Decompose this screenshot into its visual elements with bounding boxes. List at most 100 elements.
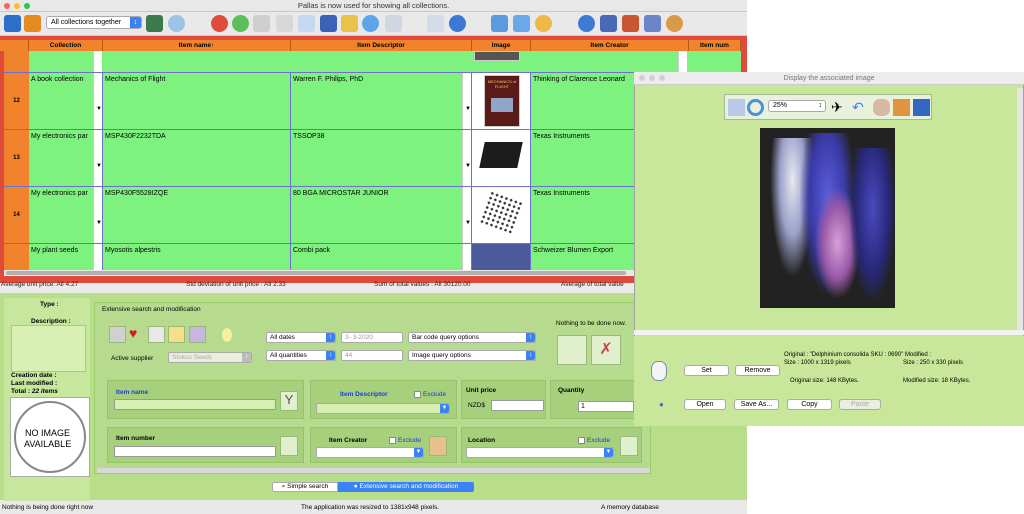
item-number-input[interactable] — [114, 446, 276, 457]
user-search-icon[interactable] — [280, 436, 298, 456]
image-window-splitter[interactable] — [634, 330, 1024, 335]
row-dropdown[interactable]: ▼ — [462, 187, 471, 244]
image-window-vertical-scrollbar[interactable] — [1017, 88, 1023, 334]
creator-exclude-checkbox[interactable] — [389, 437, 396, 444]
row-dropdown[interactable] — [93, 51, 102, 73]
user-help-icon[interactable] — [666, 15, 683, 32]
document-icon[interactable] — [913, 99, 930, 116]
cell-image[interactable] — [472, 187, 531, 244]
row-dropdown[interactable]: ▼ — [462, 130, 471, 187]
item-creator-select[interactable]: ▼ — [316, 447, 424, 458]
cell-collection[interactable]: A book collection — [29, 73, 103, 130]
person-icon[interactable] — [873, 99, 890, 116]
brush-icon[interactable] — [893, 99, 910, 116]
cell-item-name[interactable]: Myosotis alpestris — [103, 244, 291, 270]
remove-icon[interactable] — [211, 15, 228, 32]
header-item-name[interactable]: Item name↑ — [103, 40, 291, 51]
supplier-select[interactable]: Stokus Seeds ↕ — [168, 352, 252, 363]
copy-button[interactable]: Copy — [787, 399, 832, 410]
table-row[interactable]: 12 A book collection ▼ Mechanics of Flig… — [4, 73, 741, 130]
header-item-descriptor[interactable]: Item Descriptor — [291, 40, 472, 51]
brush-icon[interactable] — [24, 15, 41, 32]
edit-alt-icon[interactable] — [341, 15, 358, 32]
remove-button[interactable]: Remove — [735, 365, 780, 376]
exclude-checkbox[interactable] — [414, 391, 421, 398]
picture-icon[interactable] — [622, 15, 639, 32]
rotate-icon[interactable] — [747, 99, 764, 116]
lock-icon[interactable] — [189, 326, 206, 343]
save-as-button[interactable]: Save As... — [734, 399, 779, 410]
unit-price-input[interactable] — [491, 400, 544, 411]
cell-collection[interactable]: My electronics par — [29, 130, 103, 187]
row-dropdown[interactable] — [462, 244, 471, 270]
header-image[interactable]: Image — [472, 40, 531, 51]
undo-icon[interactable] — [491, 15, 508, 32]
refresh-icon[interactable] — [362, 15, 379, 32]
cell-item-name[interactable]: MSP430F5528IZQE — [103, 187, 291, 244]
fit-icon[interactable] — [728, 99, 745, 116]
info-icon[interactable] — [449, 15, 466, 32]
document-icon[interactable] — [298, 15, 315, 32]
collection-select[interactable]: All collections together ↕ — [46, 16, 142, 29]
header-item-creator[interactable]: Item Creator — [531, 40, 689, 51]
zoom-select[interactable]: 25% ↕ — [768, 100, 826, 112]
dates-select[interactable]: All dates ↕ — [266, 332, 336, 343]
search-pane-scrollbar[interactable] — [97, 468, 650, 473]
cell-item-descriptor[interactable]: 80 BGA MICROSTAR JUNIOR — [291, 187, 472, 244]
bank-icon[interactable] — [109, 326, 126, 343]
row-dropdown[interactable]: ▼ — [93, 187, 102, 244]
location-user-icon[interactable] — [620, 436, 638, 456]
cell-item-descriptor[interactable]: Warren F. Philips, PhD — [291, 73, 472, 130]
row-dropdown[interactable] — [93, 244, 102, 270]
header-item-number[interactable]: Item num — [689, 40, 741, 51]
date-field[interactable]: 3- 3-2020 — [341, 332, 403, 343]
cancel-icon[interactable]: ✗ — [591, 335, 621, 365]
table-row[interactable] — [4, 51, 741, 73]
image-query-select[interactable]: Image query options ↕ — [408, 350, 536, 361]
cell-collection[interactable]: My electronics par — [29, 187, 103, 244]
location-select[interactable]: ▼ — [466, 447, 614, 458]
cart-icon[interactable] — [253, 15, 270, 32]
lightbulb-icon[interactable] — [168, 326, 185, 343]
database-icon[interactable] — [513, 15, 530, 32]
y-button[interactable]: Y — [280, 391, 298, 411]
item-descriptor-select[interactable]: ▼ — [316, 403, 450, 414]
paint-icon[interactable] — [276, 15, 293, 32]
row-dropdown[interactable] — [678, 51, 687, 73]
row-dropdown[interactable]: ▼ — [462, 73, 471, 130]
table-icon[interactable] — [146, 15, 163, 32]
cell-image[interactable] — [472, 244, 531, 270]
horizontal-scrollbar-thumb[interactable] — [6, 271, 626, 275]
table-row[interactable]: 13 My electronics par ▼ MSP430F2232TDA T… — [4, 130, 741, 187]
edit-icon[interactable] — [320, 15, 337, 32]
print-icon[interactable] — [385, 15, 402, 32]
cell-item-name[interactable]: MSP430F2232TDA — [103, 130, 291, 187]
table-row[interactable]: 14 My electronics par ▼ MSP430F5528IZQE … — [4, 187, 741, 244]
elephant-icon[interactable] — [168, 15, 185, 32]
airplane-icon[interactable]: ✈ — [831, 99, 849, 116]
description-field[interactable] — [11, 325, 86, 372]
cell-item-name[interactable]: Mechanics of Flight — [103, 73, 291, 130]
location-exclude-checkbox[interactable] — [578, 437, 585, 444]
heart-icon[interactable]: ♥ — [129, 326, 144, 341]
quantity-input[interactable]: 1 — [578, 401, 634, 412]
table-row[interactable]: My plant seeds Myosotis alpestris Combi … — [4, 244, 741, 270]
quantities-select[interactable]: All quantities ↕ — [266, 350, 336, 361]
factory-icon[interactable] — [429, 436, 447, 456]
cell-image[interactable] — [472, 130, 531, 187]
item-name-input[interactable] — [114, 399, 276, 410]
paste-button[interactable]: Paste — [839, 399, 881, 410]
add-icon[interactable] — [232, 15, 249, 32]
cell-item-descriptor[interactable]: Combi pack — [291, 244, 472, 270]
cell-collection[interactable]: My plant seeds — [29, 244, 103, 270]
text-format-icon[interactable] — [427, 15, 444, 32]
quantity-limit-field[interactable]: 44 — [341, 350, 403, 361]
open-button[interactable]: Open — [684, 399, 726, 410]
header-collection[interactable]: Collection — [29, 40, 103, 51]
row-dropdown[interactable]: ▼ — [93, 73, 102, 130]
web-icon[interactable] — [600, 15, 617, 32]
cell-image[interactable]: MECHANICS of FLIGHT — [472, 73, 531, 130]
scooter-icon[interactable] — [148, 326, 165, 343]
undo-icon[interactable]: ↶ — [852, 99, 869, 116]
tab-extensive-search[interactable]: ● Extensive search and modification — [338, 482, 474, 492]
